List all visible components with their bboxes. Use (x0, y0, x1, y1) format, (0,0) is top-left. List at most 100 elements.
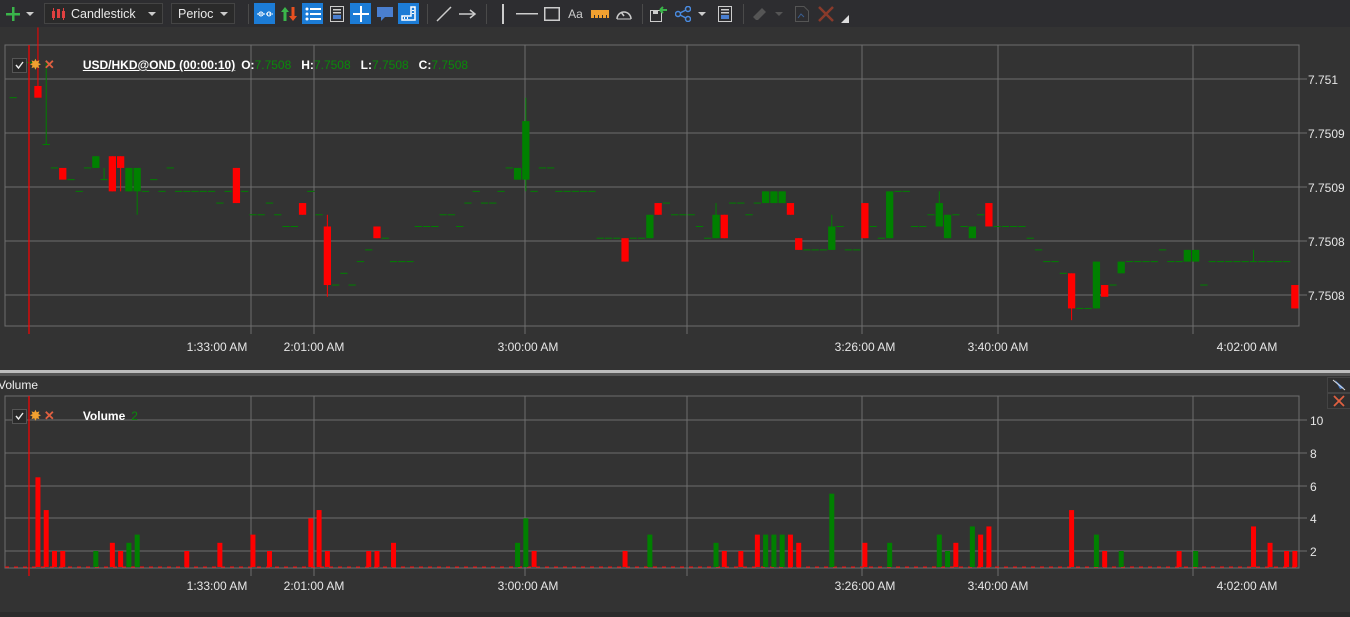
pin-pane-button[interactable] (1327, 377, 1350, 393)
close-pane-button[interactable] (1327, 393, 1350, 409)
ruler-button[interactable] (398, 3, 419, 24)
x-tick-label: 4:02:00 AM (1217, 579, 1278, 593)
volume-bar (936, 534, 942, 567)
volume-bar (531, 551, 537, 567)
symbol-label[interactable]: USD/HKD@OND (00:00:10) (83, 58, 235, 72)
volume-bar (60, 551, 66, 567)
up-down-arrows-button[interactable] (278, 3, 299, 24)
resize-grip-icon (841, 14, 849, 23)
gear-icon[interactable]: ✸ (30, 57, 41, 73)
candle-body (59, 167, 67, 180)
x-tick-label: 3:40:00 AM (968, 579, 1029, 593)
rectangle-button[interactable] (541, 3, 562, 24)
add-indicator-button[interactable] (2, 3, 23, 24)
data-window-button[interactable] (326, 3, 347, 24)
visibility-checkbox[interactable] (12, 408, 27, 424)
volume-bar (887, 542, 893, 567)
candle-body (92, 156, 100, 168)
volume-bar (862, 542, 868, 567)
candle-body (133, 167, 141, 192)
high-value: 7.7508 (313, 58, 351, 72)
x-tick-label: 1:33:00 AM (187, 579, 248, 593)
crosshair-button[interactable] (350, 3, 371, 24)
x-tick-label: 2:01:00 AM (284, 579, 345, 593)
y-tick-label: 2 (1310, 545, 1317, 559)
eraser-button[interactable] (749, 3, 770, 24)
y-tick-label: 7.7509 (1308, 181, 1345, 195)
list-icon (305, 7, 321, 20)
price-chart[interactable]: 7.751 7.7509 7.7509 7.7508 7.7508 1:33:00 AM 2… (0, 27, 1350, 370)
horizontal-line-icon (516, 12, 538, 14)
x-tick-label: 3:40:00 AM (968, 340, 1029, 354)
plus-icon (5, 6, 20, 21)
volume-bar (515, 542, 521, 567)
volume-bar (953, 542, 959, 567)
clear-doc-button[interactable] (791, 3, 812, 24)
volume-legend: ✸ ✕ Volume 2 (12, 408, 148, 424)
chevron-down-icon (148, 11, 156, 16)
close-icon[interactable]: ✕ (44, 57, 55, 73)
volume-bar (1118, 551, 1124, 567)
price-chart-pane[interactable]: 7.751 7.7509 7.7509 7.7508 7.7508 1:33:00 AM 2… (0, 27, 1350, 370)
template-button[interactable] (714, 3, 735, 24)
chart-type-label: Candlestick (71, 6, 136, 21)
close-icon[interactable]: ✕ (44, 408, 55, 424)
candle-body (861, 203, 869, 239)
candle-body (646, 214, 654, 239)
candle-body (968, 226, 976, 239)
candle-body (786, 203, 795, 215)
volume-bar (35, 477, 41, 567)
list-button[interactable] (302, 3, 323, 24)
volume-bar (622, 551, 628, 567)
add-dropdown-caret[interactable] (26, 11, 34, 16)
horizontal-line-button[interactable] (516, 3, 538, 24)
chart-type-dropdown[interactable]: Candlestick (44, 3, 163, 24)
comment-icon (376, 6, 393, 21)
volume-bar (374, 551, 380, 567)
candle-body (1067, 273, 1076, 309)
toolbar-separator (642, 3, 643, 24)
close-label: C: (418, 58, 432, 72)
x-tick-label: 3:00:00 AM (498, 579, 559, 593)
period-dropdown[interactable]: Perioc (171, 3, 235, 24)
share-button[interactable] (672, 3, 693, 24)
comment-button[interactable] (374, 3, 395, 24)
volume-bar (986, 526, 992, 567)
volume-bar (217, 542, 223, 567)
volume-chart[interactable]: 10 8 6 4 2 1:33:00 AM 2:01:00 AM 3:00:00 AM 3:26… (0, 376, 1350, 612)
x-tick-label: 3:26:00 AM (835, 579, 896, 593)
volume-bar (1267, 542, 1273, 567)
volume-bar (771, 534, 777, 567)
vertical-line-button[interactable] (492, 3, 513, 24)
volume-bar (266, 551, 272, 567)
delete-all-button[interactable] (815, 3, 836, 24)
share-dropdown-caret[interactable] (698, 11, 706, 16)
measure-button[interactable] (589, 3, 610, 24)
visibility-checkbox[interactable] (12, 57, 27, 73)
low-label: L: (360, 58, 372, 72)
candle-body (1117, 261, 1125, 274)
y-tick-label: 8 (1310, 447, 1317, 461)
rectangle-icon (543, 6, 560, 21)
gear-icon[interactable]: ✸ (30, 408, 41, 424)
trend-line-button[interactable] (433, 3, 454, 24)
volume-bar (969, 526, 975, 567)
candle-body (1192, 249, 1200, 262)
save-template-button[interactable] (648, 3, 669, 24)
toolbar-separator (248, 3, 249, 24)
eraser-dropdown-caret[interactable] (775, 11, 783, 16)
measure-icon (590, 9, 609, 18)
candle-body (298, 203, 307, 215)
candlestick-icon (52, 7, 65, 20)
candle-body (621, 238, 629, 262)
draw-mode-button[interactable] (254, 3, 275, 24)
candle-body (935, 203, 943, 227)
text-button[interactable]: Aa (565, 3, 586, 24)
gauge-button[interactable] (613, 3, 634, 24)
volume-bar (829, 493, 835, 567)
volume-pane[interactable]: 10 8 6 4 2 1:33:00 AM 2:01:00 AM 3:00:00 AM 3:26… (0, 376, 1350, 612)
x-tick-label: 3:00:00 AM (498, 340, 559, 354)
arrow-button[interactable] (457, 3, 478, 24)
volume-bar (1176, 551, 1182, 567)
candle-body (373, 226, 381, 239)
